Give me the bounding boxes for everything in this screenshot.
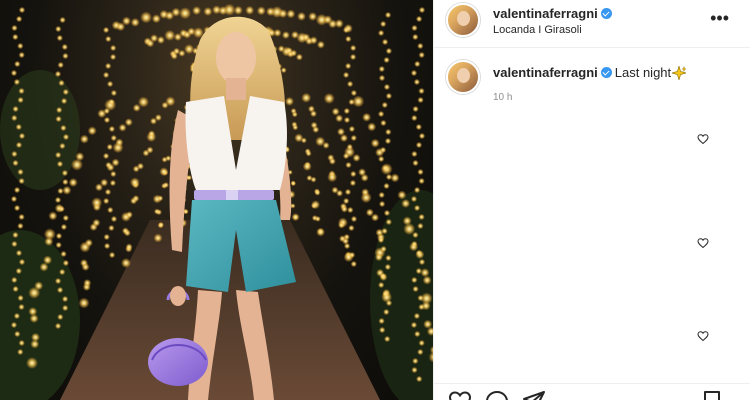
- photo-scene: [0, 3, 433, 400]
- caption-timestamp: 10 h: [493, 92, 513, 103]
- post-details-panel: valentinaferragni Locanda I Girasoli •••…: [433, 0, 750, 400]
- verified-badge-icon: [600, 67, 612, 78]
- post-actions-bar: [434, 383, 750, 400]
- caption-avatar[interactable]: [446, 60, 480, 94]
- post-photo[interactable]: [0, 0, 433, 400]
- caption-text-row: valentinaferragni Last night: [493, 65, 687, 80]
- header-username-row: valentinaferragni: [493, 6, 612, 21]
- more-options-icon[interactable]: •••: [710, 9, 729, 27]
- post-header: valentinaferragni Locanda I Girasoli •••: [434, 0, 750, 48]
- profile-avatar[interactable]: [446, 3, 480, 37]
- save-icon[interactable]: [702, 390, 722, 400]
- like-comment-heart-icon[interactable]: [697, 330, 709, 342]
- verified-badge-icon: [600, 8, 612, 19]
- caption-username[interactable]: valentinaferragni: [493, 65, 598, 80]
- like-comment-heart-icon[interactable]: [697, 237, 709, 249]
- like-comment-heart-icon[interactable]: [697, 133, 709, 145]
- caption-body: Last night: [614, 65, 672, 80]
- share-icon[interactable]: [522, 390, 546, 400]
- comment-icon[interactable]: [485, 390, 509, 400]
- sparkles-icon: [672, 66, 687, 80]
- header-username[interactable]: valentinaferragni: [493, 6, 598, 21]
- like-icon[interactable]: [448, 390, 472, 400]
- location-link[interactable]: Locanda I Girasoli: [493, 24, 582, 36]
